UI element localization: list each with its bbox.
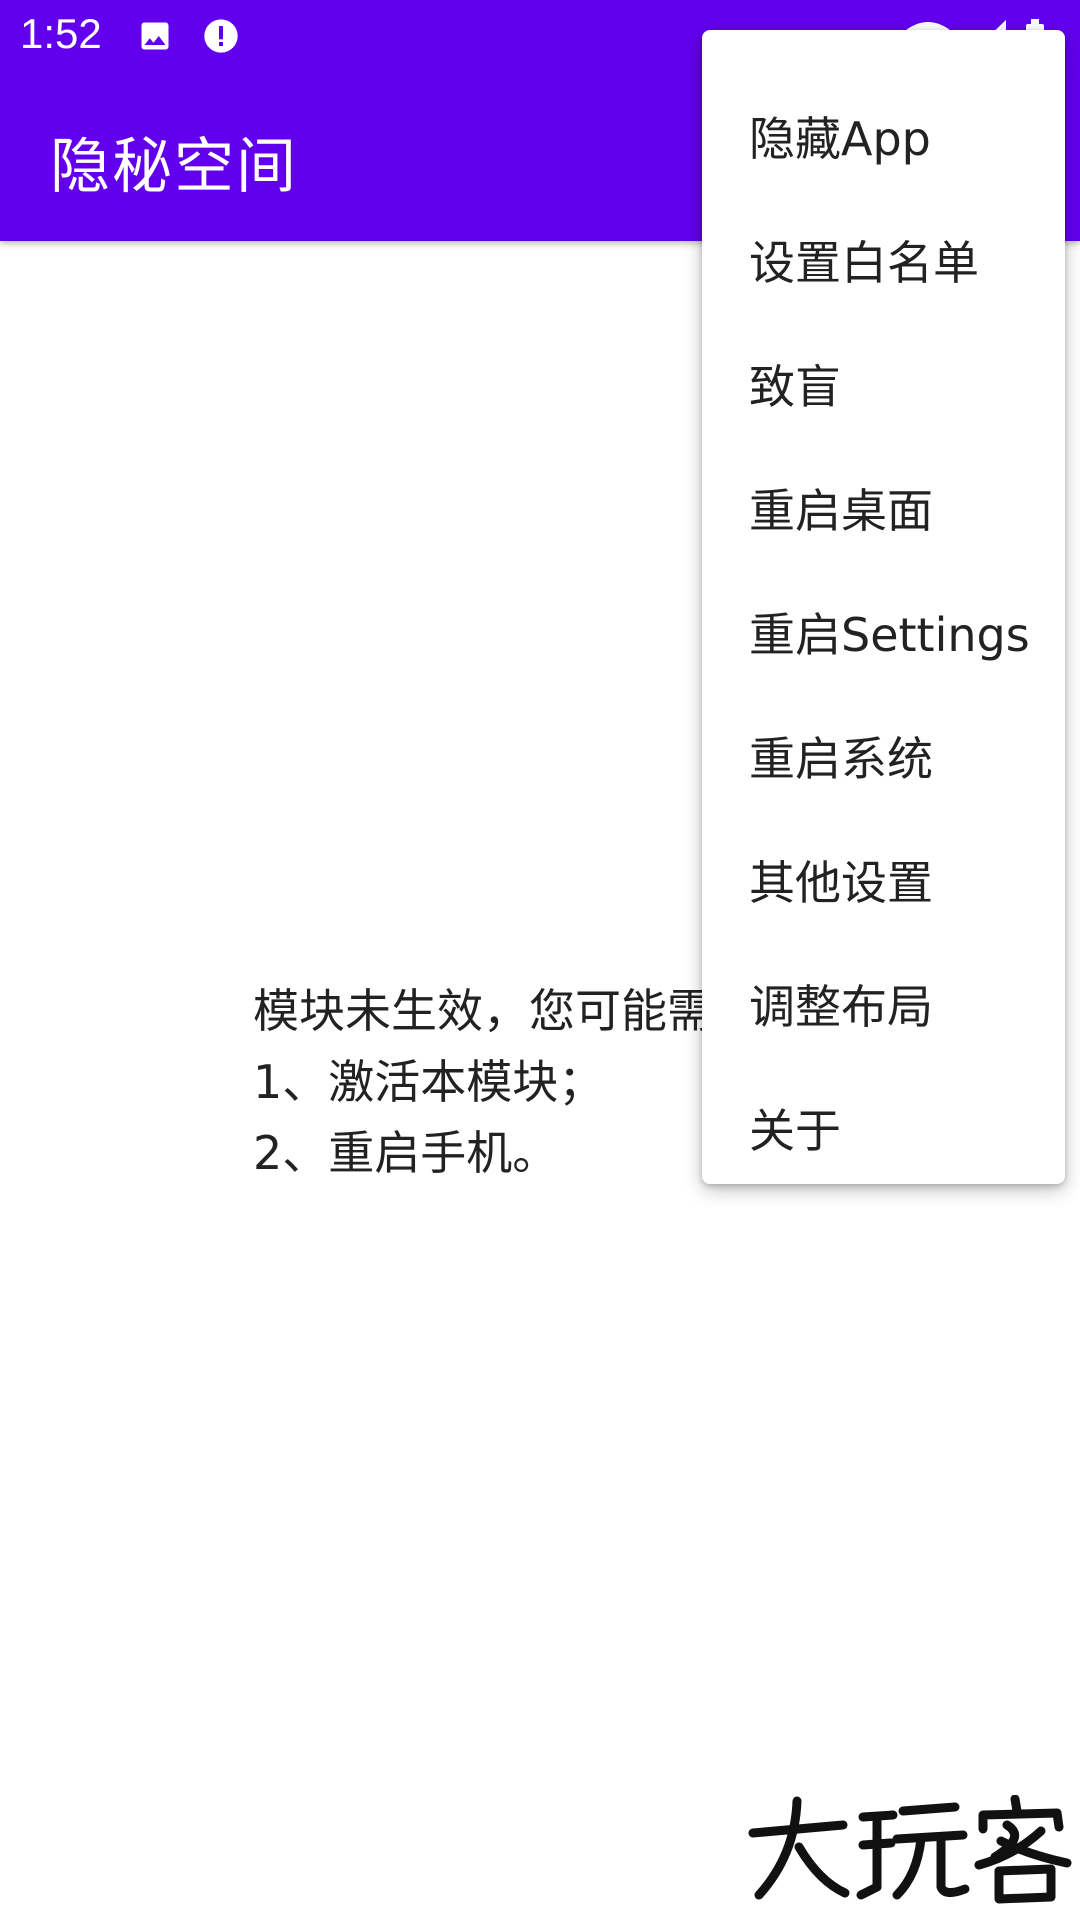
screen: 1:52 隐秘空间 模块未生效，您可能需 1、激活本模块； 2、重启手机。 隐藏… bbox=[0, 0, 1080, 1920]
message-line: 1、激活本模块； bbox=[253, 1055, 605, 1109]
menu-item-restart-launcher[interactable]: 重启桌面 bbox=[702, 449, 1065, 573]
watermark-logo bbox=[748, 1795, 1072, 1904]
menu-item-adjust-layout[interactable]: 调整布局 bbox=[702, 945, 1065, 1069]
menu-item-restart-settings[interactable]: 重启Settings bbox=[702, 573, 1065, 697]
menu-item-other-settings[interactable]: 其他设置 bbox=[702, 821, 1065, 945]
overflow-menu: 隐藏App 设置白名单 致盲 重启桌面 重启Settings 重启系统 其他设置… bbox=[702, 30, 1065, 1184]
menu-item-whitelist[interactable]: 设置白名单 bbox=[702, 201, 1065, 325]
message-line: 模块未生效，您可能需 bbox=[253, 984, 713, 1038]
status-time: 1:52 bbox=[20, 10, 102, 57]
message-line: 2、重启手机。 bbox=[253, 1126, 559, 1180]
app-title: 隐秘空间 bbox=[50, 132, 298, 202]
menu-item-about[interactable]: 关于 bbox=[702, 1069, 1065, 1184]
menu-item-restart-system[interactable]: 重启系统 bbox=[702, 697, 1065, 821]
status-message: 模块未生效，您可能需 1、激活本模块； 2、重启手机。 bbox=[253, 976, 713, 1189]
image-icon bbox=[141, 22, 169, 50]
alert-icon bbox=[204, 19, 238, 53]
menu-item-blind[interactable]: 致盲 bbox=[702, 325, 1065, 449]
menu-item-hide-app[interactable]: 隐藏App bbox=[702, 77, 1065, 201]
